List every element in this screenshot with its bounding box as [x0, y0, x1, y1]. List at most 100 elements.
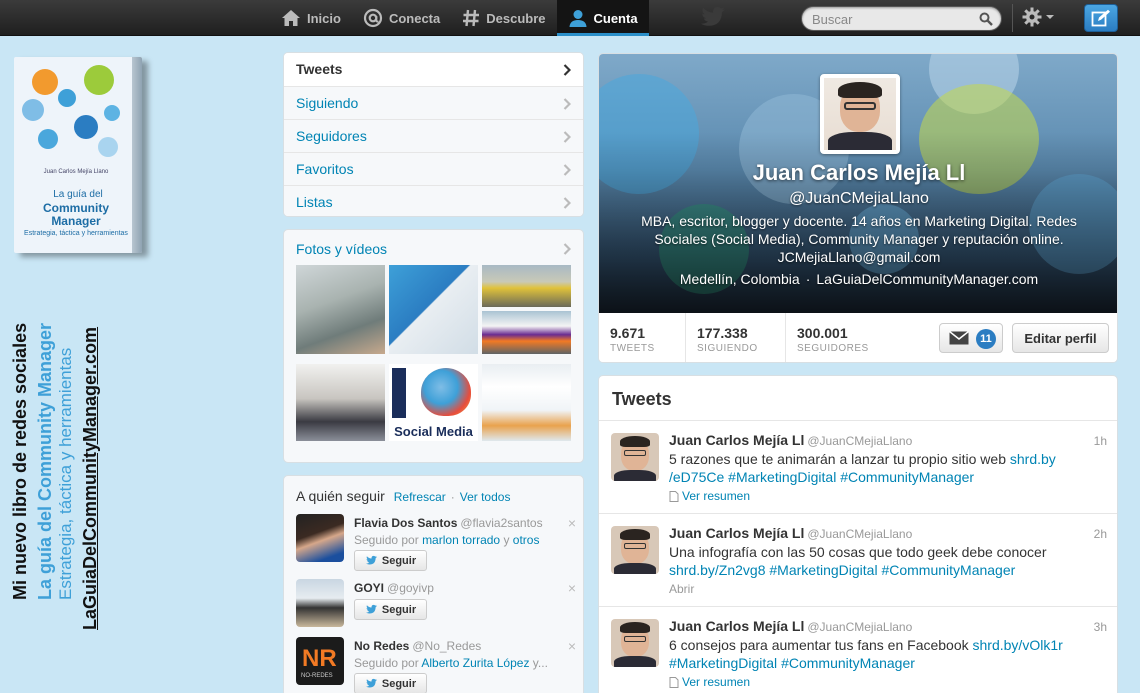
direct-messages-button[interactable]: 11 [939, 323, 1003, 353]
photos-title[interactable]: Fotos y vídeos [296, 241, 387, 257]
view-summary-link[interactable]: Ver resumen [669, 675, 750, 689]
follow-button[interactable]: Seguir [354, 599, 427, 620]
menu-item-label: Seguidores [296, 128, 367, 144]
avatar[interactable] [611, 526, 659, 574]
hashtag-link[interactable]: #CommunityManager [881, 562, 1015, 578]
chevron-right-icon[interactable] [563, 243, 571, 255]
open-tweet-link[interactable]: Abrir [669, 582, 694, 596]
messages-count-badge: 11 [976, 329, 996, 349]
tweet-link[interactable]: /eD75Ce [669, 469, 724, 485]
suggested-user: GOYI @goyivp × Seguir [296, 579, 576, 635]
stat-followers[interactable]: 300.001 SEGUIDORES [786, 313, 886, 362]
avatar[interactable] [611, 433, 659, 481]
photo-thumbnail[interactable] [482, 265, 571, 307]
profile-website-link[interactable]: LaGuiaDelCommunityManager.com [816, 271, 1038, 287]
photo-thumbnail[interactable] [482, 364, 571, 441]
twitter-bird-icon[interactable] [700, 5, 726, 29]
view-summary-link[interactable]: Ver resumen [669, 489, 750, 503]
search-input[interactable] [812, 11, 972, 27]
book-cover[interactable]: Juan Carlos Mejía Llano La guía del Comm… [14, 57, 142, 253]
profile-location: Medellín, Colombia [679, 271, 800, 287]
photo-thumbnail[interactable]: Social Media [389, 364, 478, 441]
search-icon[interactable] [979, 12, 993, 26]
book-subtitle: Estrategia, táctica y herramientas [24, 230, 128, 237]
nav-connect-label: Conecta [388, 10, 441, 26]
top-bar: Inicio Conecta Descubre Cuenta [0, 0, 1140, 36]
chevron-right-icon [563, 164, 571, 176]
tweet-link[interactable]: shrd.by/vOlk1r [973, 637, 1063, 653]
hashtag-link[interactable]: #MarketingDigital [728, 469, 836, 485]
follower-link[interactable]: marlon torrado [422, 533, 500, 547]
avatar[interactable] [296, 579, 344, 627]
who-to-follow-title: A quién seguir [296, 488, 385, 504]
hashtag-link[interactable]: #CommunityManager [840, 469, 974, 485]
user-name[interactable]: No Redes @No_Redes [354, 639, 481, 653]
profile-banner: Juan Carlos Mejía Ll @JuanCMejiaLlano MB… [599, 54, 1117, 313]
dismiss-icon[interactable]: × [568, 580, 576, 596]
menu-item-lists[interactable]: Listas [284, 185, 583, 216]
photo-thumbnail[interactable] [389, 265, 478, 354]
tweet-author[interactable]: Juan Carlos Mejía Ll @JuanCMejiaLlano [669, 525, 912, 541]
menu-item-label: Siguiendo [296, 95, 359, 111]
view-all-link[interactable]: Ver todos [460, 490, 511, 504]
tweet-link[interactable]: shrd.by [1010, 451, 1056, 467]
tweet-author[interactable]: Juan Carlos Mejía Ll @JuanCMejiaLlano [669, 618, 912, 634]
menu-item-followers[interactable]: Seguidores [284, 119, 583, 152]
menu-item-following[interactable]: Siguiendo [284, 86, 583, 119]
profile-avatar[interactable] [820, 74, 900, 154]
dismiss-icon[interactable]: × [568, 638, 576, 654]
tweet-link[interactable]: shrd.by/Zn2vg8 [669, 562, 766, 578]
tweet-item[interactable]: Juan Carlos Mejía Ll @JuanCMejiaLlano 3h … [599, 606, 1117, 693]
menu-item-label: Tweets [296, 61, 343, 77]
nav-discover[interactable]: Descubre [451, 0, 556, 36]
stat-following[interactable]: 177.338 SIGUIENDO [686, 313, 786, 362]
who-to-follow-card: A quién seguir Refrescar · Ver todos Fla… [283, 475, 584, 693]
who-to-follow-header: A quién seguir Refrescar · Ver todos [296, 488, 510, 504]
hashtag-link[interactable]: #MarketingDigital [769, 562, 877, 578]
avatar[interactable] [611, 619, 659, 667]
profile-header-card: Juan Carlos Mejía Ll @JuanCMejiaLlano MB… [598, 53, 1118, 363]
tweet-item[interactable]: Juan Carlos Mejía Ll @JuanCMejiaLlano 1h … [599, 420, 1117, 513]
photo-thumbnail[interactable] [296, 265, 385, 354]
follow-button[interactable]: Seguir [354, 673, 427, 693]
book-promo-background[interactable]: Juan Carlos Mejía Llano La guía del Comm… [0, 37, 268, 693]
menu-item-favorites[interactable]: Favoritos [284, 152, 583, 185]
hashtag-link[interactable]: #CommunityManager [781, 655, 915, 671]
photos-videos-card: Fotos y vídeos Social Media [283, 229, 584, 463]
settings-menu[interactable] [1022, 7, 1054, 27]
refresh-link[interactable]: Refrescar [394, 490, 446, 504]
user-name[interactable]: Flavia Dos Santos @flavia2santos [354, 516, 543, 530]
menu-item-tweets[interactable]: Tweets [284, 53, 583, 86]
compose-tweet-button[interactable] [1084, 4, 1118, 32]
avatar[interactable]: NR NO-REDES [296, 637, 344, 685]
dismiss-icon[interactable]: × [568, 515, 576, 531]
promo-website-link[interactable]: LaGuiaDelCommunityManager.com [80, 327, 101, 630]
photo-thumbnail[interactable] [482, 311, 571, 354]
envelope-icon [949, 331, 969, 345]
tweet-item[interactable]: Juan Carlos Mejía Ll @JuanCMejiaLlano 2h … [599, 513, 1117, 606]
tweet-time[interactable]: 2h [1094, 527, 1107, 541]
follower-link[interactable]: Alberto Zurita López [421, 656, 529, 670]
tweet-time[interactable]: 3h [1094, 620, 1107, 634]
hashtag-link[interactable]: #MarketingDigital [669, 655, 777, 671]
follow-button[interactable]: Seguir [354, 550, 427, 571]
tweet-time[interactable]: 1h [1094, 434, 1107, 448]
photo-thumbnail[interactable] [296, 364, 385, 441]
profile-handle: @JuanCMejiaLlano [789, 190, 929, 207]
search-box[interactable] [801, 6, 1002, 31]
user-name[interactable]: GOYI @goyivp [354, 581, 434, 595]
tweets-title: Tweets [612, 389, 672, 409]
book-title-line2: Community Manager [43, 201, 109, 228]
nav-account[interactable]: Cuenta [556, 0, 649, 36]
stat-tweets[interactable]: 9.671 TWEETS [599, 313, 686, 362]
book-author: Juan Carlos Mejía Llano [43, 169, 109, 175]
stat-label: SEGUIDORES [797, 343, 869, 354]
edit-profile-button[interactable]: Editar perfil [1012, 323, 1109, 353]
tweet-author[interactable]: Juan Carlos Mejía Ll @JuanCMejiaLlano [669, 432, 912, 448]
twitter-bird-icon [365, 604, 377, 614]
avatar[interactable] [296, 514, 344, 562]
nav-home[interactable]: Inicio [270, 0, 352, 36]
nav-connect[interactable]: Conecta [352, 0, 451, 36]
others-link[interactable]: otros [513, 533, 540, 547]
stat-number: 300.001 [797, 325, 848, 341]
